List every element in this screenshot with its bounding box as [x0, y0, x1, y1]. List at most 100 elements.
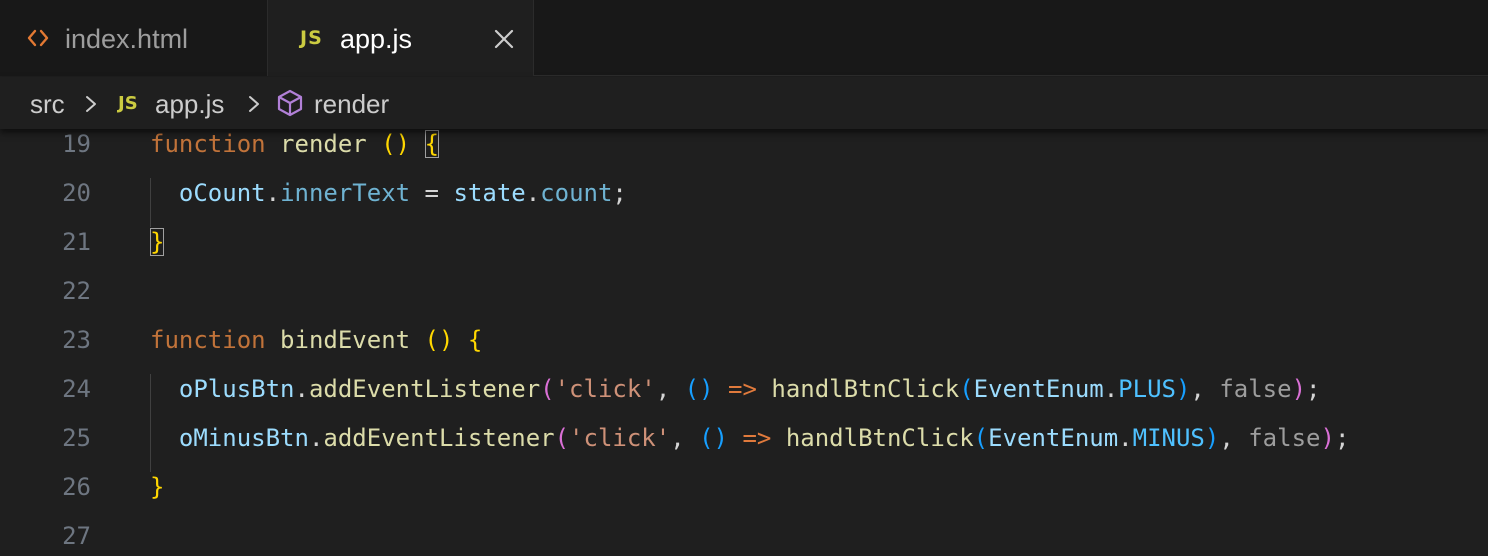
- code-token: ,: [670, 424, 700, 452]
- breadcrumb-symbol[interactable]: render: [314, 88, 389, 120]
- code-line[interactable]: 22: [0, 276, 1488, 325]
- code-token: .: [308, 424, 324, 452]
- code-token: }: [150, 228, 165, 256]
- tab-label: app.js: [340, 24, 413, 54]
- code-token: 'click': [554, 375, 656, 403]
- breadcrumb-file[interactable]: app.js: [155, 88, 224, 120]
- line-number: 25: [62, 424, 91, 452]
- code-token: (: [540, 375, 555, 403]
- code-line[interactable]: 23 function bindEvent () {: [0, 325, 1488, 374]
- js-file-icon: JS: [118, 93, 138, 114]
- code-text: }: [150, 473, 164, 501]
- line-number: 22: [62, 277, 91, 305]
- code-token: {: [467, 326, 483, 354]
- code-token: ,: [1190, 375, 1220, 403]
- code-token: addEventListener: [308, 375, 541, 403]
- code-token: .: [1103, 375, 1119, 403]
- code-token: 'click': [569, 424, 671, 452]
- code-token: =: [410, 179, 454, 207]
- code-token: ): [1204, 424, 1220, 452]
- code-token: .: [525, 179, 541, 207]
- code-token: count: [540, 179, 613, 207]
- code-token: handlBtnClick: [785, 424, 974, 452]
- code-token: }: [150, 473, 165, 501]
- code-line[interactable]: 19 function render () {: [0, 129, 1488, 178]
- code-token: EventEnum: [973, 375, 1104, 403]
- code-line[interactable]: 27: [0, 521, 1488, 556]
- code-token: function: [150, 326, 266, 354]
- tab-label: index.html: [65, 24, 189, 54]
- tab-app-js[interactable]: JS app.js: [268, 0, 534, 76]
- tab-bar: index.html JS app.js: [0, 0, 1488, 76]
- code-token: bindEvent: [280, 326, 411, 354]
- code-line[interactable]: 25 oMinusBtn.addEventListener('click', (…: [0, 423, 1488, 472]
- js-file-icon: JS: [300, 27, 323, 49]
- code-token: ): [1320, 424, 1335, 452]
- code-text: }: [150, 228, 165, 256]
- tab-index-html[interactable]: index.html: [0, 0, 268, 76]
- line-number: 27: [62, 522, 91, 550]
- code-token: (): [684, 375, 714, 403]
- cube-icon: [277, 89, 303, 117]
- code-token: ): [1291, 375, 1307, 403]
- code-token: {: [424, 130, 440, 158]
- code-token: function: [150, 130, 266, 158]
- code-line[interactable]: 26}: [0, 472, 1488, 521]
- code-line[interactable]: 20 oCount.innerText = state.count;: [0, 178, 1488, 227]
- line-number: 20: [62, 179, 91, 207]
- code-token: ;: [1334, 424, 1350, 452]
- code-text: oMinusBtn.addEventListener('click', () =…: [150, 424, 1349, 452]
- code-token: =>: [728, 375, 757, 403]
- chevron-right-icon: [86, 96, 96, 112]
- code-token: state: [453, 179, 526, 207]
- code-token: (: [554, 424, 570, 452]
- code-token: (: [973, 424, 989, 452]
- code-token: oCount: [178, 179, 266, 207]
- code-token: (: [959, 375, 974, 403]
- code-token: ,: [655, 375, 685, 403]
- code-text: oPlusBtn.addEventListener('click', () =>…: [150, 375, 1321, 403]
- code-token: MINUS: [1132, 424, 1205, 452]
- code-token: innerText: [280, 179, 411, 207]
- code-token: false: [1248, 424, 1321, 452]
- line-number: 21: [62, 228, 91, 256]
- code-token: oPlusBtn: [178, 375, 295, 403]
- close-icon[interactable]: [492, 27, 516, 51]
- code-token: (): [699, 424, 729, 452]
- code-token: ;: [1306, 375, 1321, 403]
- code-token: ): [1175, 375, 1191, 403]
- code-token: (): [381, 130, 411, 158]
- code-line[interactable]: 24 oPlusBtn.addEventListener('click', ()…: [0, 374, 1488, 423]
- code-text: oCount.innerText = state.count;: [150, 179, 627, 207]
- code-token: .: [1118, 424, 1133, 452]
- code-token: addEventListener: [323, 424, 555, 452]
- code-token: oMinusBtn: [178, 424, 309, 452]
- code-token: ;: [612, 179, 627, 207]
- code-line[interactable]: 21}: [0, 227, 1488, 276]
- code-token: ,: [1219, 424, 1249, 452]
- code-token: .: [294, 375, 309, 403]
- line-number: 23: [62, 326, 91, 354]
- line-number: 24: [62, 375, 91, 403]
- code-token: handlBtnClick: [771, 375, 960, 403]
- breadcrumb: src JS app.js render: [0, 77, 1488, 129]
- breadcrumb-folder[interactable]: src: [30, 88, 65, 120]
- html-code-icon: [27, 29, 49, 47]
- code-token: (): [424, 326, 454, 354]
- code-token: render: [280, 130, 367, 158]
- code-editor[interactable]: 19 function render () {20 oCount. innerTex…: [0, 129, 1488, 556]
- line-number: 26: [62, 473, 91, 501]
- code-token: PLUS: [1118, 375, 1176, 403]
